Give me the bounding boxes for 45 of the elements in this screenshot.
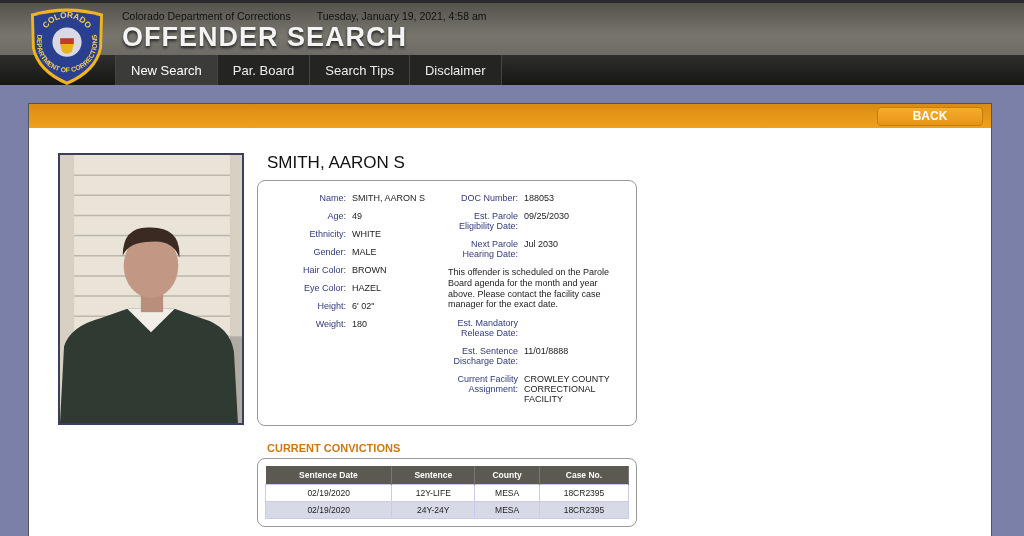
column-header: Sentence Date	[265, 466, 392, 485]
field-label: Name:	[318, 193, 346, 203]
field-label: Ethnicity:	[308, 229, 346, 239]
nav-tab[interactable]: Par. Board	[216, 55, 310, 85]
table-cell: 18CR2395	[539, 484, 629, 502]
field-value: HAZEL	[352, 283, 381, 293]
field-value: 49	[352, 211, 362, 221]
field-value: 180	[352, 319, 368, 329]
field-value: 11/01/8888	[524, 346, 570, 359]
column-header: Case No.	[539, 466, 629, 485]
field-label: Height:	[316, 301, 346, 311]
nav-tab[interactable]: New Search	[115, 55, 217, 85]
field-label: Next Parole Hearing Date:	[461, 239, 518, 259]
field-label: DOC Number:	[460, 193, 518, 203]
date-time: Tuesday, January 19, 2021, 4:58 am	[316, 10, 487, 22]
field-value: 188053	[524, 193, 556, 203]
table-cell: MESA	[474, 484, 540, 502]
nav-tab[interactable]: Disclaimer	[408, 55, 502, 85]
field-value: 6' 02"	[352, 301, 375, 311]
table-cell: 12Y-LIFE	[391, 484, 475, 502]
nav-tab[interactable]: Search Tips	[309, 55, 409, 85]
section-heading: CURRENT CONVICTIONS	[267, 442, 402, 454]
offender-name: SMITH, AARON S	[267, 153, 406, 173]
site-title: OFFENDER SEARCH	[122, 23, 408, 51]
field-label: Age:	[326, 211, 346, 221]
field-value: MALE	[352, 247, 377, 257]
field-label: Weight:	[314, 319, 346, 329]
field-value: Jul 2030	[524, 239, 560, 251]
field-label: Gender:	[312, 247, 346, 257]
column-header: Sentence	[391, 466, 475, 485]
field-label: Est. Mandatory Release Date:	[456, 318, 518, 339]
parole-note: This offender is scheduled on the Parole Board agenda for the month and year above. Please contact the facility case manager for the exact date.	[448, 267, 610, 311]
field-label: Hair Color:	[302, 265, 346, 275]
field-label: Est. Parole Eligibility Date:	[457, 211, 518, 231]
field-label: Est. Sentence Discharge Date:	[452, 346, 518, 367]
field-value: 09/25/2030	[524, 211, 571, 223]
field-label: Eye Color:	[302, 283, 346, 293]
field-value: CROWLEY COUNTY CORRECTIONAL FACILITY	[524, 374, 611, 405]
agency-name: Colorado Department of Corrections	[122, 10, 291, 22]
column-header: County	[474, 466, 540, 485]
field-label: Current Facility Assignment:	[456, 374, 518, 397]
field-value: SMITH, AARON S	[352, 193, 425, 203]
table-cell: 02/19/2020	[265, 484, 392, 502]
field-value: WHITE	[352, 229, 381, 239]
field-value: BROWN	[352, 265, 387, 275]
